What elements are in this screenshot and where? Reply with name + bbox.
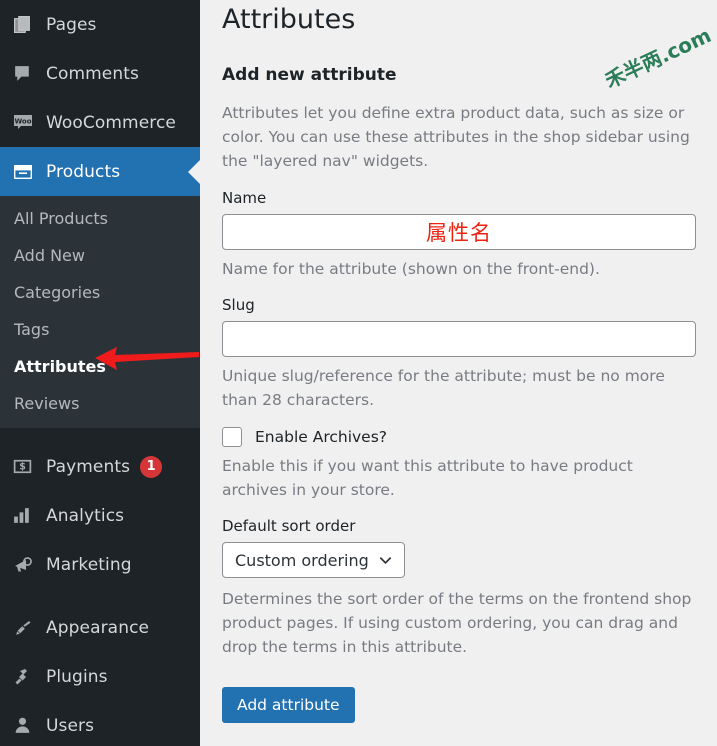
sidebar-item-pages[interactable]: Pages xyxy=(0,0,200,49)
name-field-label: Name xyxy=(222,189,267,208)
submenu-item-attributes[interactable]: Attributes xyxy=(0,348,200,385)
sidebar-item-label: Comments xyxy=(46,63,139,84)
sidebar-item-label: Payments xyxy=(46,456,131,477)
menu-separator-2 xyxy=(0,589,200,603)
enable-archives-row[interactable]: Enable Archives? xyxy=(222,427,697,448)
appearance-brush-icon xyxy=(12,617,46,639)
sidebar-item-label: Users xyxy=(46,715,95,736)
add-attribute-button[interactable]: Add attribute xyxy=(222,687,355,724)
sidebar-item-label: Marketing xyxy=(46,554,132,575)
submenu-item-tags[interactable]: Tags xyxy=(0,311,200,348)
enable-archives-description: Enable this if you want this attribute t… xyxy=(222,457,633,500)
submenu-item-all-products[interactable]: All Products xyxy=(0,200,200,237)
name-field-wrapper: 属性名 xyxy=(222,214,697,251)
admin-sidebar: Pages Comments Woo WooCommerce Products … xyxy=(0,0,200,746)
admin-screen: Pages Comments Woo WooCommerce Products … xyxy=(0,0,717,746)
payments-badge: 1 xyxy=(140,455,163,478)
svg-text:$: $ xyxy=(19,462,26,473)
products-icon xyxy=(12,161,46,183)
name-input[interactable] xyxy=(222,214,696,251)
slug-input[interactable] xyxy=(222,321,696,358)
sidebar-item-products[interactable]: Products xyxy=(0,147,200,196)
sidebar-item-woocommerce[interactable]: Woo WooCommerce xyxy=(0,98,200,147)
sidebar-item-label: Products xyxy=(46,161,121,182)
sidebar-item-users[interactable]: Users xyxy=(0,701,200,746)
svg-text:Woo: Woo xyxy=(14,117,31,125)
main-content: 禾半两.com Attributes Add new attribute Att… xyxy=(200,0,717,746)
sidebar-item-plugins[interactable]: Plugins xyxy=(0,652,200,701)
attributes-intro-text: Attributes let you define extra product … xyxy=(222,104,690,171)
submenu-item-reviews[interactable]: Reviews xyxy=(0,385,200,422)
sidebar-item-analytics[interactable]: Analytics xyxy=(0,491,200,540)
name-field-description: Name for the attribute (shown on the fro… xyxy=(222,260,600,279)
menu-separator xyxy=(0,428,200,442)
pages-icon xyxy=(12,14,46,35)
sidebar-item-label: WooCommerce xyxy=(46,112,176,133)
enable-archives-checkbox[interactable] xyxy=(222,427,242,448)
sidebar-item-label: Analytics xyxy=(46,505,125,526)
page-title: Attributes xyxy=(222,4,356,35)
comments-icon xyxy=(12,63,46,84)
sidebar-item-marketing[interactable]: Marketing xyxy=(0,540,200,589)
section-title: Add new attribute xyxy=(222,65,397,86)
payments-icon: $ xyxy=(12,456,46,477)
sidebar-item-comments[interactable]: Comments xyxy=(0,49,200,98)
users-person-icon xyxy=(12,715,46,736)
sort-order-description: Determines the sort order of the terms o… xyxy=(222,590,692,657)
slug-field-description: Unique slug/reference for the attribute;… xyxy=(222,367,665,410)
woocommerce-icon: Woo xyxy=(12,112,46,134)
slug-field-label: Slug xyxy=(222,296,255,315)
sidebar-item-label: Plugins xyxy=(46,666,108,687)
sort-order-selected-value: Custom ordering xyxy=(235,550,369,570)
plugins-plug-icon xyxy=(12,666,46,688)
sidebar-item-appearance[interactable]: Appearance xyxy=(0,603,200,652)
products-submenu: All Products Add New Categories Tags Att… xyxy=(0,196,200,428)
sidebar-item-label: Pages xyxy=(46,14,97,35)
sidebar-item-payments[interactable]: $ Payments 1 xyxy=(0,442,200,491)
chevron-down-icon xyxy=(378,553,393,568)
marketing-icon xyxy=(12,554,46,576)
sort-order-select[interactable]: Custom ordering xyxy=(222,542,405,579)
sidebar-item-label: Appearance xyxy=(46,617,150,638)
submenu-item-add-new[interactable]: Add New xyxy=(0,237,200,274)
enable-archives-label: Enable Archives? xyxy=(255,428,388,447)
submenu-item-categories[interactable]: Categories xyxy=(0,274,200,311)
analytics-icon xyxy=(12,505,46,526)
sort-order-label: Default sort order xyxy=(222,517,356,536)
